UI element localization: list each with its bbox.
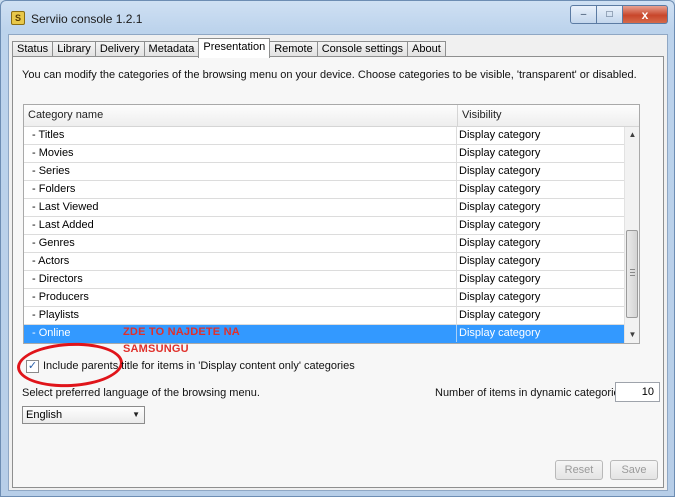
- category-name-cell: - Last Viewed: [32, 201, 99, 213]
- visibility-cell[interactable]: Display category: [456, 217, 624, 234]
- visibility-cell[interactable]: Display category: [456, 199, 624, 216]
- tab-bar: Status Library Delivery Metadata Present…: [12, 37, 446, 58]
- table-row[interactable]: - Actors Display category: [24, 253, 624, 271]
- visibility-cell[interactable]: Display category: [456, 307, 624, 324]
- table-row[interactable]: - Directors Display category: [24, 271, 624, 289]
- table-body: - Titles Display category - Movies Display …: [24, 127, 624, 343]
- column-header-visibility[interactable]: Visibility: [458, 105, 639, 127]
- visibility-cell[interactable]: Display category: [456, 163, 624, 180]
- include-parents-option[interactable]: ✓ Include parents title for items in 'Di…: [26, 358, 355, 374]
- include-parents-checkbox[interactable]: ✓: [26, 359, 39, 373]
- window-controls: – □ x: [570, 5, 668, 25]
- window-title: Serviio console 1.2.1: [31, 12, 143, 26]
- category-name-cell: - Producers: [32, 291, 89, 303]
- maximize-button[interactable]: □: [597, 5, 623, 24]
- description-text: You can modify the categories of the bro…: [22, 69, 637, 81]
- scroll-down-arrow-icon[interactable]: ▼: [625, 327, 639, 343]
- language-value: English: [26, 409, 63, 421]
- tab-library[interactable]: Library: [52, 41, 95, 57]
- language-select[interactable]: English ▼: [22, 406, 145, 424]
- vertical-scrollbar[interactable]: ▲ ▼: [624, 127, 639, 343]
- chevron-down-icon: ▼: [132, 410, 140, 419]
- tab-status[interactable]: Status: [12, 41, 53, 57]
- save-button[interactable]: Save: [610, 460, 658, 480]
- grip-icon: [630, 269, 635, 276]
- tab-remote[interactable]: Remote: [269, 41, 317, 57]
- client-area: Status Library Delivery Metadata Present…: [8, 34, 668, 491]
- tab-metadata[interactable]: Metadata: [143, 41, 199, 57]
- tab-presentation[interactable]: Presentation: [198, 38, 271, 58]
- serviio-icon: S: [11, 11, 25, 25]
- visibility-cell[interactable]: Display category: [456, 271, 624, 288]
- table-row[interactable]: - Last Added Display category: [24, 217, 624, 235]
- table-row[interactable]: - Last Viewed Display category: [24, 199, 624, 217]
- visibility-cell[interactable]: Display category: [456, 289, 624, 306]
- table-row[interactable]: - Online Display category: [24, 325, 624, 343]
- table-row[interactable]: - Titles Display category: [24, 127, 624, 145]
- category-name-cell: - Genres: [32, 237, 75, 249]
- dynamic-items-label: Number of items in dynamic categories:: [435, 387, 629, 399]
- category-name-cell: - Folders: [32, 183, 76, 195]
- close-button[interactable]: x: [623, 5, 668, 24]
- annotation-text-line1: ZDE TO NAJDETE NA: [123, 326, 240, 338]
- annotation-text-line2: SAMSUNGU: [123, 343, 189, 355]
- app-window: S Serviio console 1.2.1 – □ x Status Lib…: [0, 0, 675, 497]
- category-name-cell: - Movies: [32, 147, 74, 159]
- category-name-cell: - Titles: [32, 129, 65, 141]
- category-name-cell: - Playlists: [32, 309, 80, 321]
- visibility-cell[interactable]: Display category: [456, 325, 624, 342]
- include-parents-label: Include parents title for items in 'Disp…: [43, 360, 355, 372]
- visibility-cell[interactable]: Display category: [456, 145, 624, 162]
- language-label: Select preferred language of the browsin…: [22, 387, 260, 399]
- title-bar[interactable]: S Serviio console 1.2.1 – □ x: [1, 1, 674, 34]
- category-name-cell: - Last Added: [32, 219, 94, 231]
- category-table: Category name Visibility - Titles Display…: [23, 104, 640, 344]
- scroll-up-arrow-icon[interactable]: ▲: [625, 127, 639, 143]
- visibility-cell[interactable]: Display category: [456, 181, 624, 198]
- tab-delivery[interactable]: Delivery: [94, 41, 144, 57]
- category-name-cell: - Actors: [32, 255, 70, 267]
- tab-about[interactable]: About: [407, 41, 446, 57]
- reset-button[interactable]: Reset: [555, 460, 603, 480]
- table-row[interactable]: - Movies Display category: [24, 145, 624, 163]
- category-name-cell: - Series: [32, 165, 70, 177]
- scrollbar-thumb[interactable]: [626, 230, 638, 318]
- table-row[interactable]: - Playlists Display category: [24, 307, 624, 325]
- visibility-cell[interactable]: Display category: [456, 253, 624, 270]
- presentation-panel: You can modify the categories of the bro…: [12, 56, 664, 488]
- category-name-cell: - Online: [32, 327, 71, 339]
- category-name-cell: - Directors: [32, 273, 83, 285]
- dynamic-items-input[interactable]: [615, 382, 660, 402]
- tab-console-settings[interactable]: Console settings: [316, 41, 408, 57]
- visibility-cell[interactable]: Display category: [456, 127, 624, 144]
- table-header: Category name Visibility: [24, 105, 639, 127]
- table-row[interactable]: - Producers Display category: [24, 289, 624, 307]
- column-header-category[interactable]: Category name: [24, 105, 458, 127]
- visibility-cell[interactable]: Display category: [456, 235, 624, 252]
- table-row[interactable]: - Folders Display category: [24, 181, 624, 199]
- table-row[interactable]: - Genres Display category: [24, 235, 624, 253]
- table-row[interactable]: - Series Display category: [24, 163, 624, 181]
- minimize-button[interactable]: –: [570, 5, 597, 24]
